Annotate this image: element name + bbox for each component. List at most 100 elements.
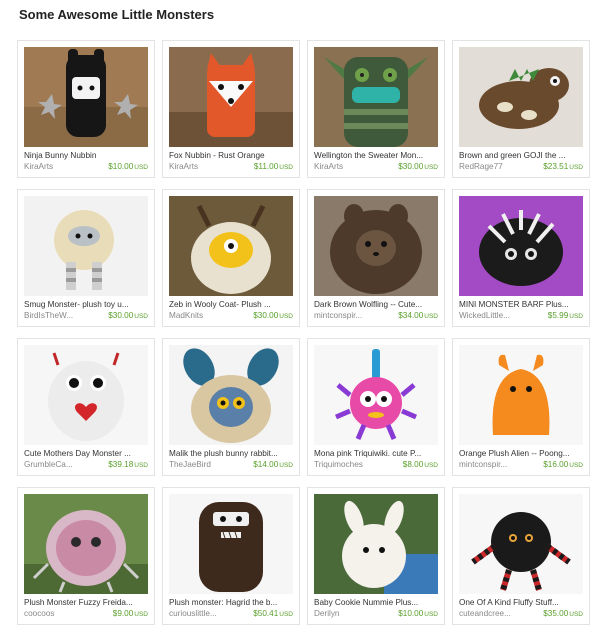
price-currency: USD bbox=[569, 164, 583, 171]
cookie-nummie-photo[interactable] bbox=[314, 494, 438, 594]
price-currency: USD bbox=[134, 313, 148, 320]
price-currency: USD bbox=[569, 611, 583, 618]
mothers-day-monster-photo[interactable] bbox=[24, 345, 148, 445]
shop-name[interactable]: MadKnits bbox=[169, 311, 239, 320]
barf-monster-image bbox=[459, 196, 583, 296]
fuzzy-freida-image bbox=[24, 494, 148, 594]
price-amount: $30.00 bbox=[253, 311, 279, 320]
shop-name[interactable]: WickedLittle... bbox=[459, 311, 529, 320]
shop-name[interactable]: KiraArts bbox=[24, 162, 94, 171]
zeb-monster-image bbox=[169, 196, 293, 296]
item-price: $34.00USD bbox=[398, 311, 438, 320]
product-card[interactable]: Smug Monster- plush toy u... BirdIsTheW.… bbox=[17, 189, 155, 327]
product-card[interactable]: Mona pink Triquiwiki. cute P... Triquimo… bbox=[307, 338, 445, 476]
fluffy-stuff-photo[interactable] bbox=[459, 494, 583, 594]
shop-name[interactable]: mintconspir... bbox=[459, 460, 529, 469]
product-card[interactable]: Ninja Bunny Nubbin KiraArts $10.00USD bbox=[17, 40, 155, 178]
price-currency: USD bbox=[279, 462, 293, 469]
item-title[interactable]: Brown and green GOJI the ... bbox=[459, 151, 585, 160]
shop-name[interactable]: TheJaeBird bbox=[169, 460, 239, 469]
item-title[interactable]: Plush monster: Hagrid the b... bbox=[169, 598, 295, 607]
shop-name[interactable]: RedRage77 bbox=[459, 162, 529, 171]
item-title[interactable]: Malik the plush bunny rabbit... bbox=[169, 449, 295, 458]
shop-name[interactable]: coocoos bbox=[24, 609, 94, 618]
smug-monster-image bbox=[24, 196, 148, 296]
shop-name[interactable]: GrumbleCa... bbox=[24, 460, 94, 469]
price-amount: $10.00 bbox=[398, 609, 424, 618]
malik-bunny-image bbox=[169, 345, 293, 445]
item-price: $9.00USD bbox=[113, 609, 148, 618]
orange-alien-photo[interactable] bbox=[459, 345, 583, 445]
product-card[interactable]: Zeb in Wooly Coat- Plush ... MadKnits $3… bbox=[162, 189, 300, 327]
shop-name[interactable]: KiraArts bbox=[314, 162, 384, 171]
item-price: $14.00USD bbox=[253, 460, 293, 469]
fox-plush-photo[interactable] bbox=[169, 47, 293, 147]
item-title[interactable]: Zeb in Wooly Coat- Plush ... bbox=[169, 300, 295, 309]
page-title: Some Awesome Little Monsters bbox=[19, 7, 215, 22]
mothers-day-monster-image bbox=[24, 345, 148, 445]
wolfling-photo[interactable] bbox=[314, 196, 438, 296]
item-price: $5.99USD bbox=[548, 311, 583, 320]
item-title[interactable]: Wellington the Sweater Mon... bbox=[314, 151, 440, 160]
item-price: $30.00USD bbox=[108, 311, 148, 320]
item-title[interactable]: MINI MONSTER BARF Plus... bbox=[459, 300, 585, 309]
item-price: $35.00USD bbox=[543, 609, 583, 618]
product-card[interactable]: Plush monster: Hagrid the b... curiousli… bbox=[162, 487, 300, 625]
item-title[interactable]: Baby Cookie Nummie Plus... bbox=[314, 598, 440, 607]
item-title[interactable]: Plush Monster Fuzzy Freida... bbox=[24, 598, 150, 607]
item-title[interactable]: Ninja Bunny Nubbin bbox=[24, 151, 150, 160]
shop-name[interactable]: mintconspir... bbox=[314, 311, 384, 320]
shop-name[interactable]: curiouslittle... bbox=[169, 609, 239, 618]
zeb-monster-photo[interactable] bbox=[169, 196, 293, 296]
ninja-bunny-photo[interactable] bbox=[24, 47, 148, 147]
item-title[interactable]: Fox Nubbin - Rust Orange bbox=[169, 151, 295, 160]
price-amount: $8.00 bbox=[402, 460, 424, 469]
smug-monster-photo[interactable] bbox=[24, 196, 148, 296]
product-card[interactable]: Wellington the Sweater Mon... KiraArts $… bbox=[307, 40, 445, 178]
fuzzy-freida-photo[interactable] bbox=[24, 494, 148, 594]
price-currency: USD bbox=[134, 164, 148, 171]
item-title[interactable]: Mona pink Triquiwiki. cute P... bbox=[314, 449, 440, 458]
item-price: $10.00USD bbox=[398, 609, 438, 618]
product-card[interactable]: MINI MONSTER BARF Plus... WickedLittle..… bbox=[452, 189, 590, 327]
price-currency: USD bbox=[279, 611, 293, 618]
price-amount: $50.41 bbox=[253, 609, 279, 618]
price-currency: USD bbox=[279, 313, 293, 320]
hagrid-monster-photo[interactable] bbox=[169, 494, 293, 594]
price-amount: $34.00 bbox=[398, 311, 424, 320]
product-card[interactable]: Baby Cookie Nummie Plus... Derilyn $10.0… bbox=[307, 487, 445, 625]
price-currency: USD bbox=[424, 313, 438, 320]
item-title[interactable]: Orange Plush Alien -- Poong... bbox=[459, 449, 585, 458]
malik-bunny-photo[interactable] bbox=[169, 345, 293, 445]
price-currency: USD bbox=[134, 462, 148, 469]
item-price: $23.51USD bbox=[543, 162, 583, 171]
shop-name[interactable]: Triquimoches bbox=[314, 460, 384, 469]
item-price: $10.00USD bbox=[108, 162, 148, 171]
sweater-monster-photo[interactable] bbox=[314, 47, 438, 147]
item-title[interactable]: Cute Mothers Day Monster ... bbox=[24, 449, 150, 458]
shop-name[interactable]: BirdIsTheW... bbox=[24, 311, 94, 320]
hagrid-monster-image bbox=[169, 494, 293, 594]
product-card[interactable]: One Of A Kind Fluffy Stuff... cuteandcre… bbox=[452, 487, 590, 625]
item-title[interactable]: Smug Monster- plush toy u... bbox=[24, 300, 150, 309]
shop-name[interactable]: KiraArts bbox=[169, 162, 239, 171]
product-card[interactable]: Brown and green GOJI the ... RedRage77 $… bbox=[452, 40, 590, 178]
product-card[interactable]: Orange Plush Alien -- Poong... mintconsp… bbox=[452, 338, 590, 476]
goji-dino-photo[interactable] bbox=[459, 47, 583, 147]
product-card[interactable]: Cute Mothers Day Monster ... GrumbleCa..… bbox=[17, 338, 155, 476]
price-amount: $30.00 bbox=[108, 311, 134, 320]
product-card[interactable]: Fox Nubbin - Rust Orange KiraArts $11.00… bbox=[162, 40, 300, 178]
shop-name[interactable]: Derilyn bbox=[314, 609, 384, 618]
item-title[interactable]: Dark Brown Wolfling -- Cute... bbox=[314, 300, 440, 309]
item-title[interactable]: One Of A Kind Fluffy Stuff... bbox=[459, 598, 585, 607]
product-card[interactable]: Malik the plush bunny rabbit... TheJaeBi… bbox=[162, 338, 300, 476]
item-price: $39.18USD bbox=[108, 460, 148, 469]
product-card[interactable]: Dark Brown Wolfling -- Cute... mintconsp… bbox=[307, 189, 445, 327]
triquiwiki-image bbox=[314, 345, 438, 445]
shop-name[interactable]: cuteandcree... bbox=[459, 609, 529, 618]
item-price: $11.00USD bbox=[254, 162, 293, 171]
triquiwiki-photo[interactable] bbox=[314, 345, 438, 445]
product-card[interactable]: Plush Monster Fuzzy Freida... coocoos $9… bbox=[17, 487, 155, 625]
wolfling-image bbox=[314, 196, 438, 296]
barf-monster-photo[interactable] bbox=[459, 196, 583, 296]
